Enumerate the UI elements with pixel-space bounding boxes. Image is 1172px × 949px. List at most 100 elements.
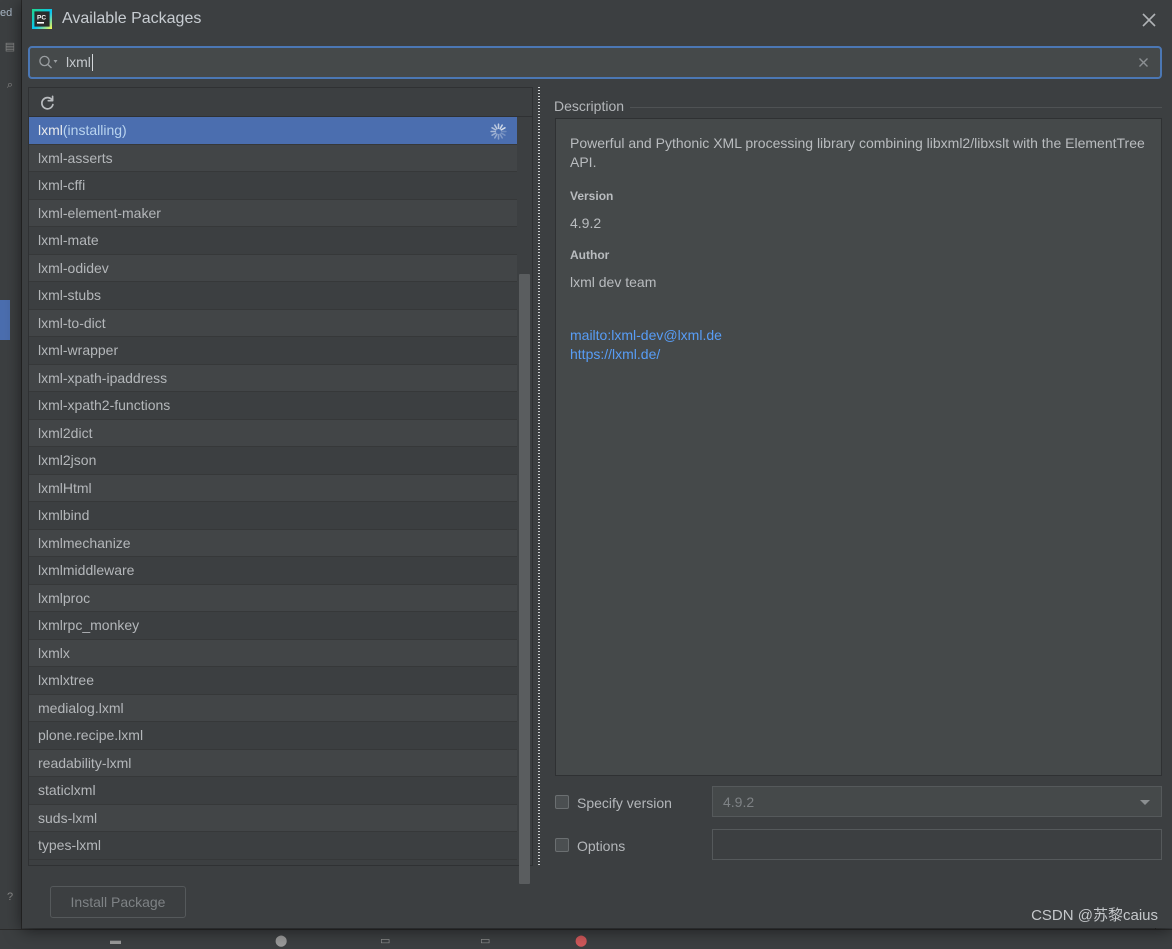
list-item[interactable]: lxml-element-maker — [29, 199, 517, 227]
list-item[interactable]: lxml2json — [29, 447, 517, 475]
left-active-indicator — [0, 300, 10, 340]
clear-icon[interactable] — [1136, 55, 1151, 70]
list-item[interactable]: lxml-wrapper — [29, 337, 517, 365]
watermark: CSDN @苏黎caius — [1031, 907, 1158, 924]
install-package-button[interactable]: Install Package — [50, 886, 186, 918]
search-input[interactable]: lxml — [66, 53, 93, 72]
package-name: lxmlmechanize — [38, 534, 131, 551]
panel-splitter[interactable] — [534, 87, 543, 866]
package-name: lxml — [38, 122, 63, 138]
refresh-icon[interactable] — [37, 93, 57, 113]
package-list-scrollbar[interactable] — [518, 118, 531, 884]
list-item[interactable]: lxml-xpath-ipaddress — [29, 364, 517, 392]
version-value: 4.9.2 — [570, 215, 602, 231]
search-field[interactable]: lxml — [28, 46, 1162, 79]
package-name: lxmlproc — [38, 589, 91, 606]
search-icon[interactable]: ⌕ — [1, 76, 19, 94]
options-input[interactable] — [712, 829, 1162, 860]
package-list[interactable]: lxml(installing) lxml-asserts lxml-cffi lxm… — [29, 117, 517, 865]
list-item[interactable]: types-lxml — [29, 832, 517, 860]
list-item[interactable]: lxml-stubs — [29, 282, 517, 310]
status-item-3[interactable]: ▭ — [380, 934, 390, 947]
description-panel: Description Powerful and Pythonic XML pr… — [546, 87, 1166, 866]
list-item[interactable]: lxml-mate — [29, 227, 517, 255]
description-link[interactable]: https://lxml.de/ — [570, 345, 1147, 364]
list-item[interactable]: lxmlproc — [29, 584, 517, 612]
list-item[interactable]: lxmlbind — [29, 502, 517, 530]
package-name: lxmlrpc_monkey — [38, 617, 140, 633]
status-item-4[interactable]: ▭ — [480, 934, 490, 947]
list-item[interactable]: lxml-odidev — [29, 254, 517, 282]
list-item[interactable]: plone.recipe.lxml — [29, 722, 517, 750]
list-item[interactable]: lxmlx — [29, 639, 517, 667]
package-name: lxmlHtml — [38, 479, 92, 496]
package-name: lxml-asserts — [38, 149, 113, 166]
list-item[interactable]: lxml-cffi — [29, 172, 517, 200]
description-content: Powerful and Pythonic XML processing lib… — [555, 118, 1162, 776]
package-name: medialog.lxml — [38, 699, 124, 716]
package-name: lxml-to-dict — [38, 314, 106, 331]
version-heading: Version — [570, 189, 614, 203]
list-item[interactable]: lxml2dict — [29, 419, 517, 447]
package-name: lxml2dict — [38, 424, 93, 441]
author-value: lxml dev team — [570, 274, 657, 290]
specify-version-label: Specify version — [577, 795, 672, 811]
package-name: lxml-element-maker — [38, 204, 161, 221]
package-name: lxmlbind — [38, 507, 90, 523]
package-name: lxml-cffi — [38, 177, 86, 193]
package-name: types-lxml — [38, 837, 102, 853]
package-status-suffix: (installing) — [62, 122, 127, 138]
svg-text:PC: PC — [37, 15, 46, 22]
package-summary: Powerful and Pythonic XML processing lib… — [570, 135, 1145, 170]
available-packages-dialog: PC Available Packages lxml lxml(installi… — [22, 0, 1172, 928]
list-item[interactable]: lxmlHtml — [29, 474, 517, 502]
description-link[interactable]: mailto:lxml-dev@lxml.de — [570, 326, 1147, 345]
ide-status-bar: ▬ ⬤ ▭ ▭ ⬤ — [0, 929, 1172, 949]
file-icon[interactable]: ▤ — [1, 38, 19, 56]
package-name: lxmlx — [38, 644, 70, 661]
ide-left-toolbar: ed ▤ ⌕ ? — [0, 0, 22, 949]
specify-version-checkbox[interactable] — [555, 795, 569, 809]
package-name: lxml-wrapper — [38, 342, 119, 358]
dialog-title: Available Packages — [62, 10, 202, 27]
legend-divider — [554, 107, 1162, 108]
list-item[interactable]: lxml-asserts — [29, 144, 517, 172]
left-tab-label: ed — [0, 7, 13, 19]
list-item[interactable]: lxmlrpc_monkey — [29, 612, 517, 640]
package-name: plone.recipe.lxml — [38, 727, 144, 743]
text-caret — [91, 54, 93, 71]
options-label: Options — [577, 838, 626, 854]
list-item[interactable]: lxmlxtree — [29, 667, 517, 695]
loading-spinner-icon — [490, 122, 507, 140]
author-heading: Author — [570, 248, 610, 262]
list-item[interactable]: lxml-to-dict — [29, 309, 517, 337]
dialog-titlebar: PC Available Packages — [22, 0, 1172, 40]
list-item[interactable]: suds-lxml — [29, 804, 517, 832]
package-name: lxml-xpath-ipaddress — [38, 369, 168, 386]
package-name: lxml-stubs — [38, 287, 102, 303]
version-select[interactable]: 4.9.2 — [712, 786, 1162, 817]
list-item[interactable]: readability-lxml — [29, 749, 517, 777]
description-links: mailto:lxml-dev@lxml.de https://lxml.de/ — [570, 326, 1147, 364]
scrollbar-thumb[interactable] — [519, 274, 530, 884]
list-item[interactable]: lxml-xpath2-functions — [29, 392, 517, 420]
help-icon[interactable]: ? — [1, 888, 19, 906]
package-name: lxml-mate — [38, 232, 99, 248]
list-item[interactable]: lxmlmechanize — [29, 529, 517, 557]
package-name: suds-lxml — [38, 809, 98, 826]
package-name: lxml-odidev — [38, 259, 109, 276]
description-legend: Description — [554, 97, 631, 115]
list-item[interactable]: lxmlmiddleware — [29, 557, 517, 585]
status-item-error[interactable]: ⬤ — [575, 934, 587, 947]
list-item[interactable]: lxml(installing) — [29, 117, 517, 145]
list-item[interactable]: staticlxml — [29, 777, 517, 805]
close-icon[interactable] — [1134, 5, 1164, 35]
pycharm-logo-icon: PC — [31, 8, 53, 30]
list-item[interactable]: medialog.lxml — [29, 694, 517, 722]
options-checkbox[interactable] — [555, 838, 569, 852]
status-item-2[interactable]: ⬤ — [275, 934, 287, 947]
search-icon[interactable] — [38, 55, 60, 70]
search-input-value: lxml — [66, 54, 91, 70]
chevron-down-icon — [1140, 800, 1150, 805]
status-item-1[interactable]: ▬ — [110, 935, 121, 947]
